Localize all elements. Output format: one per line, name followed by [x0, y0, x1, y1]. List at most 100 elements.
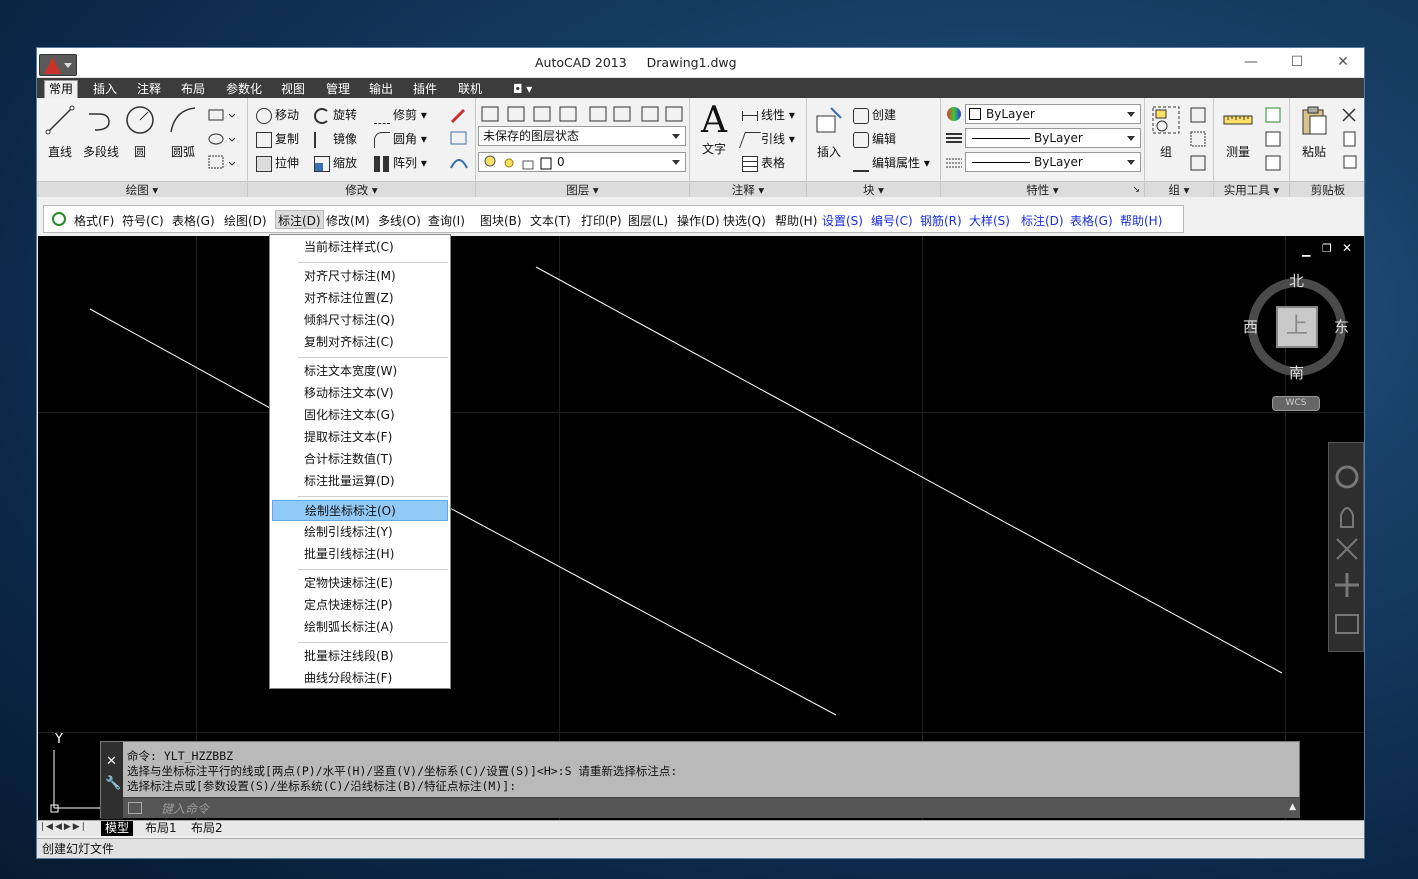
layout-nav-arrows-icon[interactable]: |◀◀▶▶|: [41, 822, 87, 832]
tab-model[interactable]: 模型: [101, 821, 134, 836]
utility-tools-icon[interactable]: [1264, 106, 1284, 172]
menu-item-14[interactable]: 快选(Q): [723, 212, 766, 229]
viewcube-north[interactable]: 北: [1289, 270, 1304, 291]
menu-item-13[interactable]: 操作(D): [677, 212, 720, 229]
tab-manage[interactable]: 管理: [322, 81, 354, 98]
table-button[interactable]: 表格: [742, 154, 785, 172]
tab-online[interactable]: 联机: [454, 81, 486, 98]
draw-panel-title[interactable]: 绘图 ▾: [37, 181, 247, 197]
layers-panel-title[interactable]: 图层 ▾: [476, 181, 689, 197]
viewcube-west[interactable]: 西: [1243, 316, 1258, 337]
viewport-restore-icon[interactable]: ❐: [1322, 242, 1332, 255]
dropdown-item[interactable]: 曲线分段标注(F): [272, 668, 448, 689]
dropdown-item[interactable]: 定点快速标注(P): [272, 595, 448, 616]
dropdown-item[interactable]: 定物快速标注(E): [272, 573, 448, 594]
viewport-close-icon[interactable]: ✕: [1342, 241, 1352, 255]
dropdown-item[interactable]: 固化标注文本(G): [272, 405, 448, 426]
drawing-canvas[interactable]: ▁ ❐ ✕ 上 北 南 东 西 WCS Y: [38, 236, 1364, 825]
menu-item-12[interactable]: 图层(L): [628, 212, 668, 229]
annotation-panel-title[interactable]: 注释 ▾: [690, 181, 806, 197]
dropdown-item[interactable]: 对齐尺寸标注(M): [272, 266, 448, 287]
viewcube-east[interactable]: 东: [1334, 316, 1349, 337]
menu-item-10[interactable]: 文本(T): [530, 212, 571, 229]
menu-item-16[interactable]: 设置(S): [822, 212, 863, 229]
menu-item-11[interactable]: 打印(P): [581, 212, 622, 229]
properties-panel-title[interactable]: 特性 ▾ ↘: [941, 181, 1144, 197]
menu-item-20[interactable]: 标注(D): [1021, 212, 1064, 229]
menu-item-21[interactable]: 表格(G): [1070, 212, 1113, 229]
dropdown-item[interactable]: 倾斜尺寸标注(Q): [272, 310, 448, 331]
minimize-button[interactable]: —: [1231, 52, 1271, 72]
trim-button[interactable]: 修剪 ▾: [374, 106, 427, 124]
clipboard-panel-title[interactable]: 剪贴板: [1290, 181, 1364, 197]
application-menu-button[interactable]: [39, 54, 77, 76]
navigation-bar-icons[interactable]: [1329, 443, 1365, 653]
lineweight-select[interactable]: ByLayer: [965, 152, 1141, 172]
tab-layout[interactable]: 布局: [177, 81, 209, 98]
dropdown-item[interactable]: 绘制弧长标注(A): [272, 617, 448, 638]
tab-layout1[interactable]: 布局1: [141, 821, 181, 836]
dropdown-item[interactable]: 合计标注数值(T): [272, 449, 448, 470]
dropdown-item[interactable]: 绘制坐标标注(O): [272, 500, 448, 521]
tab-extra[interactable]: ◘ ▾: [509, 81, 536, 98]
dropdown-item[interactable]: 批量标注线段(B): [272, 646, 448, 667]
viewcube-south[interactable]: 南: [1289, 362, 1304, 383]
menu-item-2[interactable]: 符号(C): [122, 212, 164, 229]
tab-insert[interactable]: 插入: [89, 81, 121, 98]
arc-button[interactable]: 圆弧: [165, 104, 201, 160]
modify-panel-title[interactable]: 修改 ▾: [248, 181, 475, 197]
wcs-menu[interactable]: WCS: [1272, 396, 1320, 411]
command-history-toggle-icon[interactable]: ▲: [1289, 802, 1296, 812]
dropdown-item[interactable]: 移动标注文本(V): [272, 383, 448, 404]
block-panel-title[interactable]: 块 ▾: [807, 181, 940, 197]
text-button[interactable]: A 文字: [694, 102, 734, 157]
tab-annotate[interactable]: 注释: [133, 81, 165, 98]
dropdown-item[interactable]: 绘制引线标注(Y): [272, 522, 448, 543]
group-button[interactable]: 组: [1149, 104, 1183, 160]
menu-item-19[interactable]: 大样(S): [969, 212, 1010, 229]
maximize-button[interactable]: ☐: [1277, 52, 1317, 72]
move-button[interactable]: 移动: [256, 106, 299, 124]
command-prompt-icon[interactable]: [128, 802, 142, 814]
menu-item-17[interactable]: 编号(C): [871, 212, 913, 229]
dropdown-item[interactable]: 标注文本宽度(W): [272, 361, 448, 382]
paste-button[interactable]: 粘贴: [1294, 104, 1334, 160]
rotate-button[interactable]: 旋转: [314, 106, 357, 124]
linetype-select[interactable]: ByLayer: [965, 128, 1141, 148]
leader-button[interactable]: 引线 ▾: [739, 130, 795, 148]
scale-button[interactable]: 缩放: [314, 154, 357, 172]
tab-home[interactable]: 常用: [44, 80, 79, 98]
edit-attribute-button[interactable]: 编辑属性 ▾: [853, 154, 930, 172]
wrench-icon[interactable]: 🔧: [105, 776, 121, 791]
stretch-button[interactable]: 拉伸: [256, 154, 299, 172]
layer-tools-icon[interactable]: [480, 104, 685, 124]
mirror-button[interactable]: 镜像: [314, 130, 357, 148]
menu-item-6[interactable]: 修改(M): [326, 212, 370, 229]
line-button[interactable]: 直线: [43, 104, 77, 160]
close-icon[interactable]: ✕: [106, 754, 117, 769]
close-button[interactable]: ✕: [1323, 52, 1363, 72]
viewcube-top-face[interactable]: 上: [1276, 306, 1318, 348]
create-block-button[interactable]: 创建: [853, 106, 896, 124]
linear-dim-button[interactable]: 线性 ▾: [742, 106, 795, 123]
menu-item-9[interactable]: 图块(B): [480, 212, 522, 229]
edit-block-button[interactable]: 编辑: [853, 130, 896, 148]
dropdown-item[interactable]: 当前标注样式(C): [272, 237, 448, 258]
modify-small-tools-icon[interactable]: [448, 106, 470, 172]
menu-item-3[interactable]: 表格(G): [172, 212, 215, 229]
menu-item-22[interactable]: 帮助(H): [1120, 212, 1162, 229]
circle-button[interactable]: 圆: [123, 104, 157, 160]
clipboard-tools-icon[interactable]: [1340, 106, 1360, 172]
menu-item-5[interactable]: 标注(D): [275, 210, 324, 229]
menu-item-18[interactable]: 钢筋(R): [920, 212, 962, 229]
color-select[interactable]: ByLayer: [965, 104, 1141, 124]
array-button[interactable]: 阵列 ▾: [374, 154, 427, 172]
dropdown-item[interactable]: 对齐标注位置(Z): [272, 288, 448, 309]
menu-item-4[interactable]: 绘图(D): [224, 212, 267, 229]
tab-plugins[interactable]: 插件: [409, 81, 441, 98]
dropdown-item[interactable]: 批量引线标注(H): [272, 544, 448, 565]
dropdown-item[interactable]: 提取标注文本(F): [272, 427, 448, 448]
dropdown-item[interactable]: 标注批量运算(D): [272, 471, 448, 492]
menu-item-8[interactable]: 查询(I): [428, 212, 465, 229]
layer-select[interactable]: 0: [478, 152, 686, 172]
